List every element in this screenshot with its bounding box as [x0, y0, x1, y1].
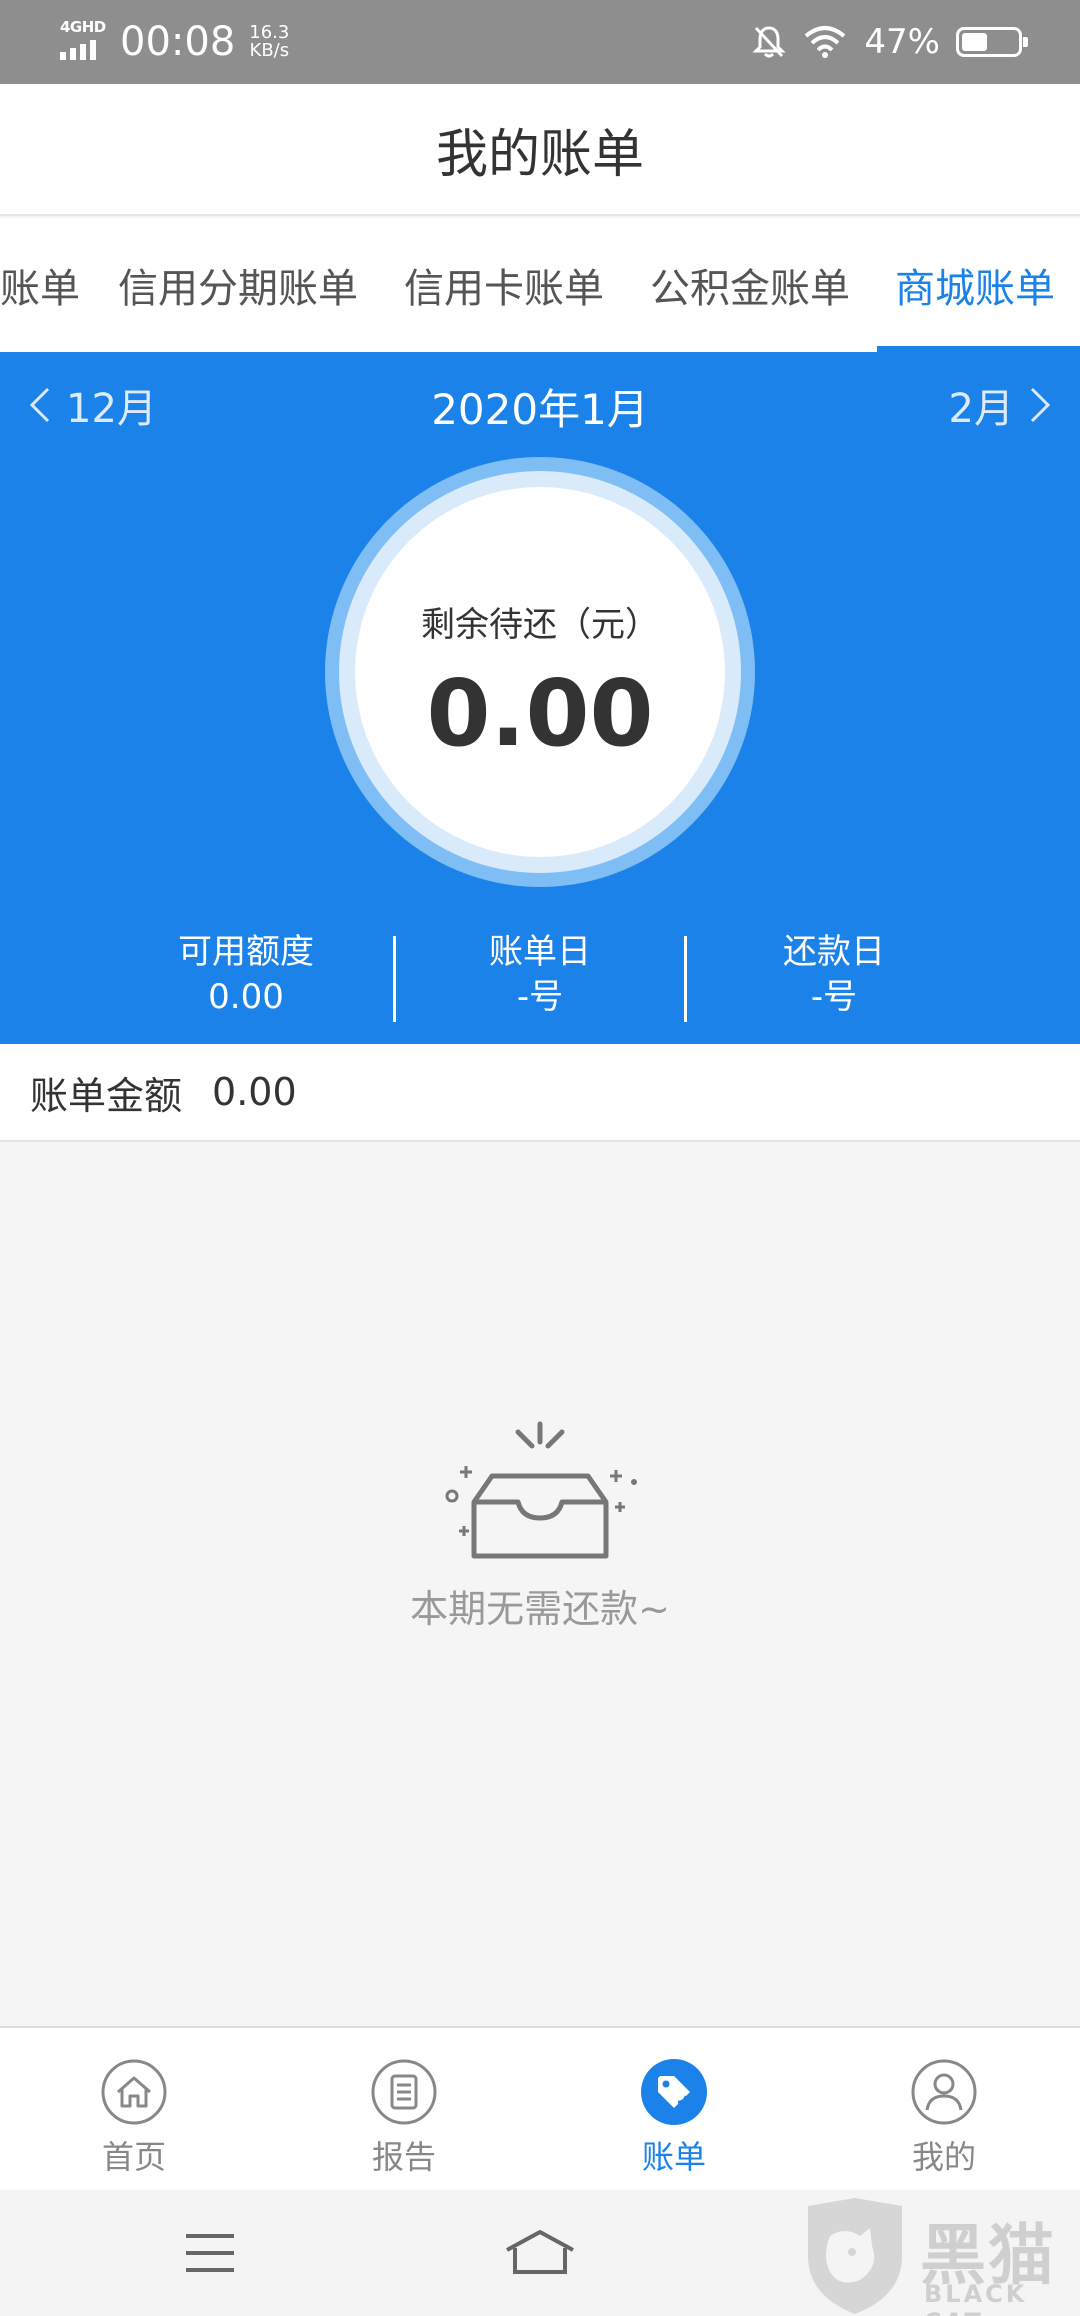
- stat-value: 0.00: [208, 977, 284, 1017]
- bill-amount-value: 0.00: [212, 1070, 297, 1114]
- black-cat-logo-icon: [808, 2198, 902, 2314]
- battery-percent: 47%: [864, 22, 940, 62]
- network-type: 4GHD: [60, 18, 106, 36]
- stat-label: 还款日: [783, 932, 885, 972]
- bill-summary-panel: 12月 2020年1月 2月 剩余待还（元） 0.00 可用额度 0.00 账单…: [0, 352, 1080, 1044]
- tab-credit-card[interactable]: 信用卡账单: [404, 256, 604, 314]
- tab-housing-fund[interactable]: 公积金账单: [650, 256, 850, 314]
- nav-mine[interactable]: 我的: [844, 2058, 1044, 2178]
- mute-bell-icon: [752, 26, 787, 58]
- empty-state: 本期无需还款~: [0, 1420, 1080, 1633]
- chevron-right-icon: [1030, 387, 1051, 423]
- bottom-nav: 首页 报告 账单 我的: [0, 2026, 1080, 2190]
- bill-amount-row: 账单金额 0.00: [0, 1044, 1080, 1142]
- watermark-text-en: BLACK CAT: [924, 2280, 1028, 2316]
- user-icon: [911, 2059, 977, 2125]
- network-speed: 16.3 KB/s: [249, 24, 289, 60]
- stat-bill-day: 账单日 -号: [393, 930, 687, 1020]
- stat-label: 可用额度: [178, 932, 314, 972]
- status-left: 4GHD 00:08 16.3 KB/s: [58, 18, 289, 66]
- watermark: 黑猫 BLACK CAT: [800, 2196, 1080, 2316]
- stat-value: -号: [810, 977, 858, 1017]
- bill-amount-label: 账单金额: [30, 1073, 183, 1118]
- nav-bill-label: 账单: [641, 2138, 706, 2176]
- menu-icon[interactable]: [182, 2228, 238, 2278]
- report-icon: [371, 2059, 437, 2125]
- nav-home-label: 首页: [101, 2138, 166, 2176]
- current-month: 2020年1月: [431, 385, 649, 434]
- signal-icon: 4GHD: [58, 18, 108, 64]
- next-month-button[interactable]: 2月: [949, 376, 1052, 434]
- nav-home[interactable]: 首页: [34, 2058, 234, 2178]
- tab-mall[interactable]: 商城账单: [895, 256, 1055, 314]
- nav-report-label: 报告: [371, 2138, 436, 2176]
- remaining-label: 剩余待还（元）: [421, 605, 659, 645]
- empty-box-icon: [445, 1421, 637, 1559]
- page-header: 我的账单: [0, 84, 1080, 216]
- stat-label: 账单日: [489, 932, 591, 972]
- page-title: 我的账单: [435, 124, 644, 185]
- status-bar: 4GHD 00:08 16.3 KB/s 47%: [0, 0, 1080, 84]
- next-month-label: 2月: [948, 386, 1014, 432]
- stat-available-credit: 可用额度 0.00: [99, 930, 393, 1020]
- status-time: 00:08: [120, 19, 236, 65]
- empty-state-text: 本期无需还款~: [410, 1587, 670, 1631]
- nav-mine-label: 我的: [911, 2138, 976, 2176]
- home-system-icon[interactable]: [503, 2228, 577, 2278]
- nav-report[interactable]: 报告: [304, 2058, 504, 2178]
- tab-bill[interactable]: 账单: [0, 256, 80, 314]
- stat-repayment-day: 还款日 -号: [687, 930, 981, 1020]
- battery-icon: [956, 27, 1028, 57]
- remaining-balance-circle: 剩余待还（元） 0.00: [325, 457, 755, 887]
- stat-value: -号: [516, 977, 564, 1017]
- bill-type-tabs: 账单 信用分期账单 信用卡账单 公积金账单 商城账单: [0, 218, 1080, 352]
- wifi-icon: [805, 26, 846, 58]
- nav-bill[interactable]: 账单: [574, 2058, 774, 2178]
- tab-credit-installment[interactable]: 信用分期账单: [118, 256, 358, 314]
- remaining-value: 0.00: [426, 660, 654, 767]
- bill-stats: 可用额度 0.00 账单日 -号 还款日 -号: [0, 930, 1080, 1022]
- status-right: 47%: [752, 18, 1028, 66]
- speed-unit: KB/s: [249, 40, 290, 61]
- home-icon: [101, 2059, 167, 2125]
- tag-icon: [641, 2059, 707, 2125]
